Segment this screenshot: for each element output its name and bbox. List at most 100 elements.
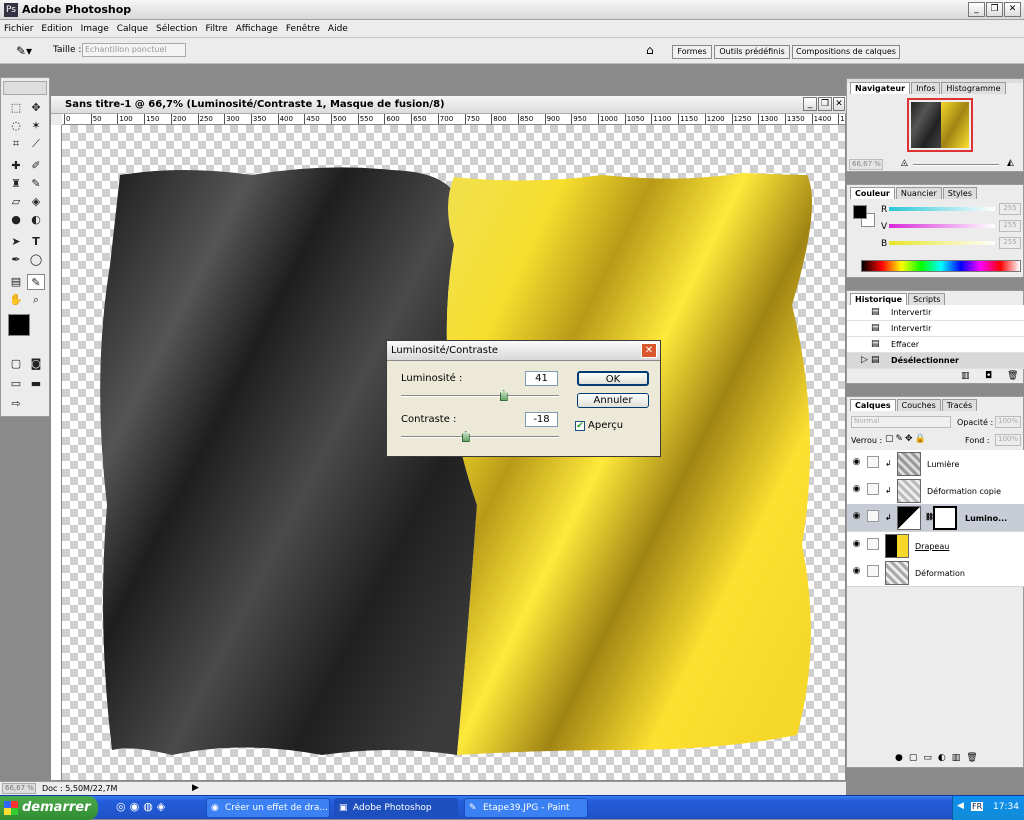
new-document-icon[interactable]: ▥ [961,371,970,381]
doc-close-button[interactable]: ✕ [833,97,845,111]
restore-button[interactable]: ❐ [986,2,1003,17]
tab-traces[interactable]: Tracés [941,399,978,411]
menu-aide[interactable]: Aide [324,20,352,38]
size-select[interactable]: Echantillon ponctuel [82,43,186,57]
channel-b-slider[interactable] [889,241,995,245]
contrast-slider-thumb[interactable] [461,431,470,442]
preview-checkbox[interactable]: ✔ [575,421,585,431]
bucket-icon[interactable]: ◈ [27,194,45,210]
navigator-zoom-slider[interactable] [913,164,999,166]
history-item-active[interactable]: ▷ ▤ Désélectionner [847,353,1024,369]
tab-compositions[interactable]: Compositions de calques [792,45,900,59]
type-icon[interactable]: T [27,234,45,250]
link-box[interactable] [867,483,879,495]
eye-icon[interactable]: ◉ [851,485,862,494]
palette-well-icon[interactable]: ⌂ [646,43,654,57]
channel-b-value[interactable]: 255 [999,237,1021,249]
status-menu-arrow-icon[interactable]: ▶ [192,783,199,793]
jump-to-imageready-icon[interactable]: ⇨ [7,396,25,412]
contrast-input[interactable]: -18 [525,412,558,427]
channel-r-value[interactable]: 255 [999,203,1021,215]
channel-v-slider[interactable] [889,224,995,228]
tab-formes[interactable]: Formes [672,45,712,59]
brightness-slider-track[interactable] [401,395,559,397]
ok-button[interactable]: OK [577,371,649,386]
tab-couleur[interactable]: Couleur [850,187,895,199]
adjustment-mask-icon[interactable] [867,510,879,522]
slice-icon[interactable]: ⟋ [27,136,45,152]
link-box[interactable] [867,456,879,468]
link-box[interactable] [867,565,879,577]
layer-row[interactable]: ◉ Drapeau [847,532,1024,560]
navigator-zoom-field[interactable]: 66,67 % [849,159,883,170]
tab-navigateur[interactable]: Navigateur [850,82,911,94]
menu-image[interactable]: Image [77,20,113,38]
lasso-icon[interactable]: ◌ [7,118,25,134]
minimize-button[interactable]: _ [968,2,985,17]
magic-wand-icon[interactable]: ✶ [27,118,45,134]
eye-icon[interactable]: ◉ [851,458,862,467]
lock-icons[interactable]: ▢✎✥🔒 [885,434,928,444]
tab-infos[interactable]: Infos [911,82,941,94]
blur-icon[interactable]: ● [7,212,25,228]
history-item[interactable]: ▤ Intervertir [847,321,1024,337]
tab-couches[interactable]: Couches [896,399,941,411]
screen-mode-icon[interactable]: ▭ [7,376,25,392]
language-indicator[interactable]: FR [971,802,984,811]
blend-mode-select[interactable]: Normal [851,416,951,428]
tab-calques[interactable]: Calques [850,399,896,411]
zoom-in-icon[interactable]: ◭ [1007,158,1014,168]
layer-row[interactable]: ◉ ↲ Lumière [847,450,1024,478]
channel-v-value[interactable]: 255 [999,220,1021,232]
notes-icon[interactable]: ▤ [7,274,25,290]
foreground-color-swatch[interactable] [8,314,30,336]
marquee-icon[interactable]: ⬚ [7,100,25,116]
eye-icon[interactable]: ◉ [851,540,862,549]
task-paint[interactable]: ✎ Etape39.JPG - Paint [464,798,588,818]
move-icon[interactable]: ✥ [27,100,45,116]
trash-icon[interactable]: 🗑 [1007,371,1018,381]
doc-restore-button[interactable]: ❐ [818,97,832,111]
zoom-field[interactable]: 66,67 % [2,783,36,794]
tab-styles[interactable]: Styles [942,187,977,199]
menu-calque[interactable]: Calque [113,20,152,38]
quickmask-icon[interactable]: ◙ [27,356,45,372]
brush-icon[interactable]: ✐ [27,158,45,174]
start-button[interactable]: demarrer [0,796,98,820]
brightness-input[interactable]: 41 [525,371,558,386]
tray-back-icon[interactable]: ◀ [957,801,964,811]
history-item[interactable]: ▤ Effacer [847,337,1024,353]
opacity-input[interactable]: 100% [995,416,1021,428]
layer-row[interactable]: ◉ Déformation [847,559,1024,587]
fg-swatch[interactable] [853,205,867,219]
menu-affichage[interactable]: Affichage [232,20,282,38]
brightness-slider-thumb[interactable] [499,390,508,401]
menu-filtre[interactable]: Filtre [202,20,232,38]
history-item[interactable]: ▤ Intervertir [847,305,1024,321]
menu-selection[interactable]: Sélection [152,20,201,38]
ellipse-icon[interactable]: ◯ [27,252,45,268]
eye-icon[interactable]: ◉ [851,567,862,576]
eyedropper-tool-icon[interactable]: ✎ [27,274,45,290]
layer-row[interactable]: ◉ ↲ Déformation copie [847,477,1024,505]
crop-icon[interactable]: ⌗ [7,136,25,152]
quicklaunch-icons[interactable]: ◎◉◍◈ [116,800,169,813]
link-box[interactable] [867,538,879,550]
tab-scripts[interactable]: Scripts [908,293,946,305]
doc-minimize-button[interactable]: _ [803,97,817,111]
tab-outils-predefinis[interactable]: Outils prédéfinis [714,45,790,59]
standard-mode-icon[interactable]: ▢ [7,356,25,372]
zoom-out-icon[interactable]: ◬ [901,158,908,168]
fill-input[interactable]: 100% [995,434,1021,446]
path-select-icon[interactable]: ➤ [7,234,25,250]
menu-fenetre[interactable]: Fenêtre [282,20,324,38]
eye-icon[interactable]: ◉ [851,512,862,521]
tab-historique[interactable]: Historique [850,293,908,305]
stamp-icon[interactable]: ♜ [7,176,25,192]
cancel-button[interactable]: Annuler [577,393,649,408]
zoom-icon[interactable]: ⌕ [27,292,45,308]
menu-fichier[interactable]: Fichier [0,20,37,38]
fullscreen-mode-icon[interactable]: ▬ [27,376,45,392]
tab-nuancier[interactable]: Nuancier [895,187,942,199]
mask-thumbnail[interactable] [933,506,957,530]
